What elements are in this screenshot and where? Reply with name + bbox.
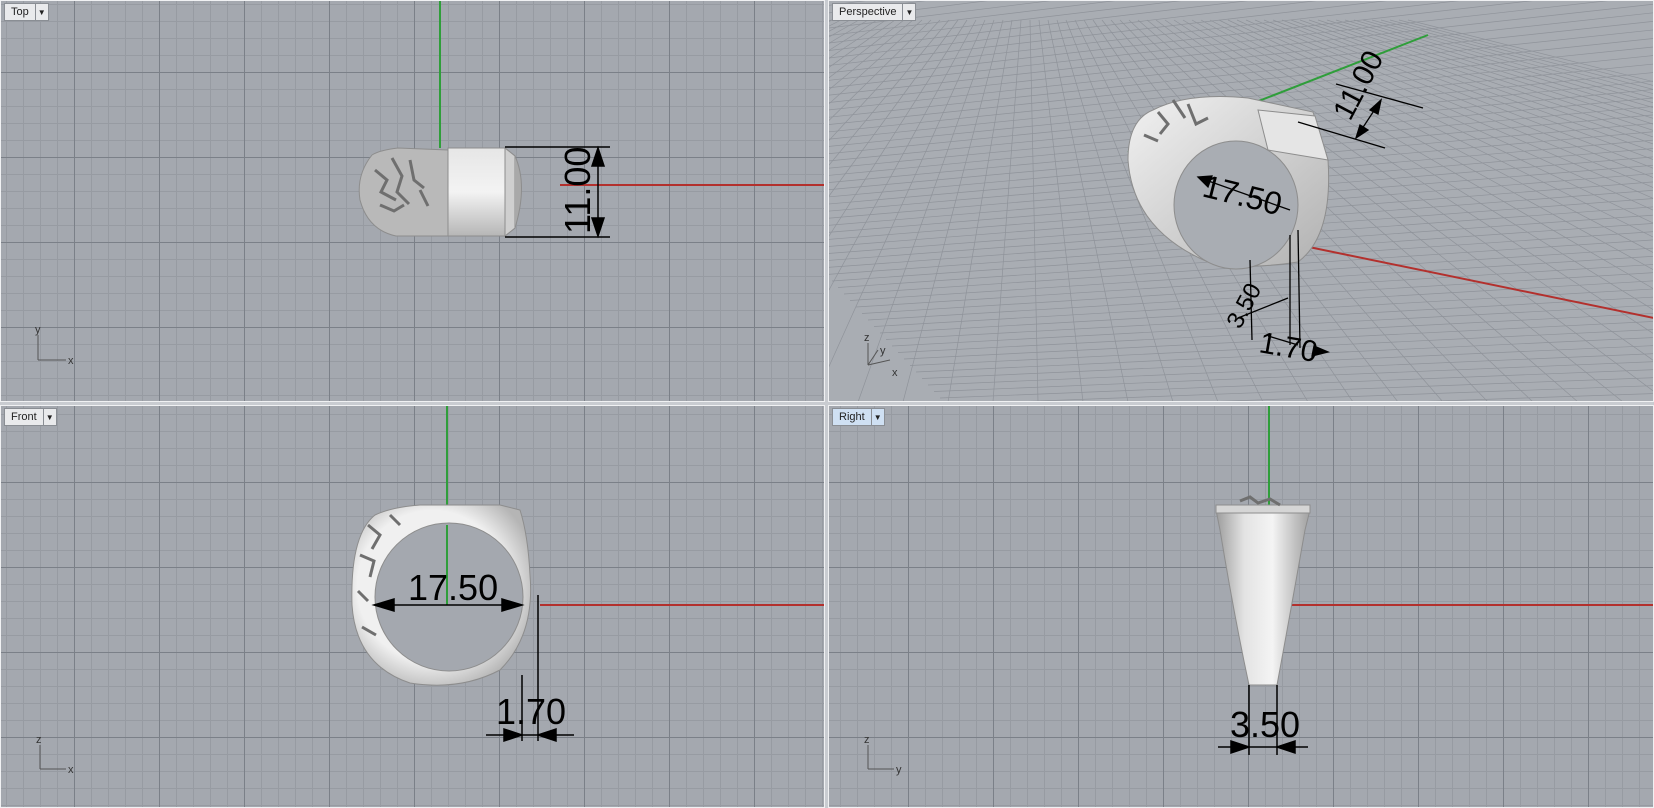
viewport-perspective[interactable]: Perspective ▼ 11.00 17.50 3.50 1.70 z y …: [828, 0, 1654, 402]
axis-label-x: x: [68, 355, 74, 367]
axis-label-z: z: [864, 734, 870, 746]
viewport-scene: 17.50 1.70 z x: [36, 405, 825, 776]
axis-indicator: [39, 745, 66, 770]
viewport-top[interactable]: Top ▼ 11.00 y x: [0, 0, 825, 402]
axis-indicator: [867, 343, 891, 366]
axis-indicator: [37, 335, 66, 361]
dropdown-arrow-icon[interactable]: ▼: [34, 4, 48, 20]
axis-label-x: x: [892, 367, 898, 379]
ring-model: [358, 146, 522, 238]
viewport-front[interactable]: Front ▼ 17.50 1.70 z x: [0, 405, 825, 808]
viewport-scene: 11.00 17.50 3.50 1.70 z y x: [828, 0, 1654, 402]
viewport-title: Top: [11, 6, 29, 18]
axis-indicator: [867, 745, 894, 770]
viewport-tab-perspective[interactable]: Perspective ▼: [832, 3, 917, 21]
dropdown-arrow-icon[interactable]: ▼: [870, 409, 884, 425]
viewport-right[interactable]: Right ▼ 3.50 z y: [828, 405, 1654, 808]
viewport-title: Right: [839, 411, 865, 423]
dropdown-arrow-icon[interactable]: ▼: [902, 4, 915, 20]
viewport-tab-right[interactable]: Right ▼: [832, 408, 885, 426]
dimension-diameter-label: 17.50: [408, 567, 498, 608]
ring-model: [1215, 495, 1311, 686]
dimension-band-label: 3.50: [1230, 704, 1300, 745]
dimension-thickness-label: 1.70: [1257, 326, 1320, 369]
dimension-thickness-label: 1.70: [496, 691, 566, 732]
viewport-tab-front[interactable]: Front ▼: [4, 408, 57, 426]
viewport-scene: 3.50 z y: [864, 405, 1654, 776]
dimension-band-label: 3.50: [1221, 279, 1267, 333]
viewport-title: Front: [11, 411, 37, 423]
axis-label-y: y: [35, 324, 41, 336]
axis-label-z: z: [864, 332, 870, 344]
axis-label-z: z: [36, 734, 42, 746]
dropdown-arrow-icon[interactable]: ▼: [42, 409, 56, 425]
axis-label-y: y: [880, 345, 886, 357]
viewport-title: Perspective: [839, 6, 897, 18]
dimension-width-label: 11.00: [557, 147, 598, 234]
viewport-tab-top[interactable]: Top ▼: [4, 3, 49, 21]
viewport-scene: 11.00 y x: [35, 0, 825, 367]
axis-label-x: x: [68, 764, 74, 776]
axis-label-y: y: [896, 764, 902, 776]
